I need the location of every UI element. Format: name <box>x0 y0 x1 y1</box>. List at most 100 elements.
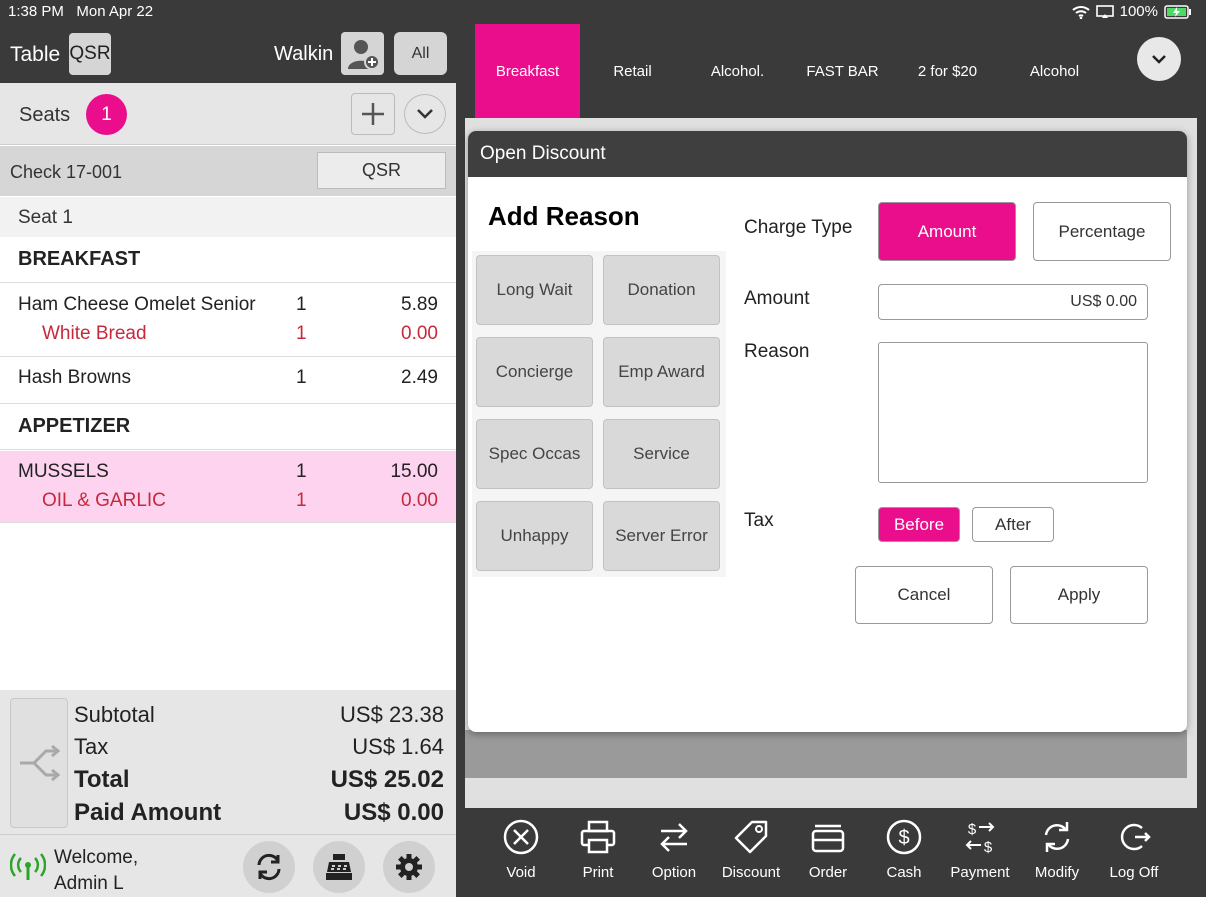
add-reason-heading: Add Reason <box>488 201 640 231</box>
action-toolbar: Void Print Option Discount Order $ Cash … <box>456 808 1206 897</box>
tax-after-button[interactable]: After <box>972 507 1054 542</box>
refresh-icon <box>257 853 281 881</box>
item-qty: 1 <box>296 367 307 388</box>
order-panel: 1:38 PM Mon Apr 22 Table QSR Walkin All … <box>0 0 456 897</box>
reason-emp-award-button[interactable]: Emp Award <box>603 337 720 407</box>
check-type-button[interactable]: QSR <box>317 152 446 189</box>
tax-label: Tax <box>74 734 109 759</box>
settings-button[interactable] <box>383 841 435 893</box>
modify-label: Modify <box>1034 864 1080 881</box>
menu-tabs: Breakfast Retail Alcohol. FAST BAR 2 for… <box>456 24 1206 118</box>
amount-input[interactable]: US$ 0.00 <box>878 284 1148 320</box>
paid-label: Paid Amount <box>74 799 222 826</box>
payment-exchange-icon: $ $ <box>965 821 995 856</box>
tab-2-for-20[interactable]: 2 for $20 <box>895 24 1000 118</box>
modifier-price: 0.00 <box>401 323 438 344</box>
check-number: Check 17-001 <box>10 162 123 182</box>
refresh-cycle-icon <box>1044 822 1070 852</box>
status-time: 1:38 PM <box>8 3 64 20</box>
tab-fast-bar[interactable]: FAST BAR <box>790 24 895 118</box>
log-off-button[interactable]: Log Off <box>1096 818 1172 893</box>
left-footer: Welcome, Admin L <box>0 834 456 897</box>
tab-retail[interactable]: Retail <box>580 24 685 118</box>
option-button[interactable]: Option <box>636 818 712 893</box>
reason-grid: Long Wait Donation Concierge Emp Award S… <box>472 251 726 577</box>
tax-before-button[interactable]: Before <box>878 507 960 542</box>
reason-spec-occas-button[interactable]: Spec Occas <box>476 419 593 489</box>
item-qty: 1 <box>296 294 307 315</box>
seats-bar: Seats 1 <box>0 83 456 145</box>
wifi-icon <box>1071 5 1090 19</box>
walkin-label: Walkin <box>274 43 334 65</box>
svg-text:$: $ <box>968 821 977 838</box>
subtotal-value: US$ 23.38 <box>340 702 444 727</box>
refresh-button[interactable] <box>243 841 295 893</box>
split-check-button[interactable] <box>10 698 68 828</box>
reason-long-wait-button[interactable]: Long Wait <box>476 255 593 325</box>
charge-type-amount-button[interactable]: Amount <box>878 202 1016 261</box>
reason-unhappy-button[interactable]: Unhappy <box>476 501 593 571</box>
tax-value: US$ 1.64 <box>352 734 444 759</box>
order-item-row[interactable]: Ham Cheese Omelet Senior 1 5.89 White Br… <box>0 284 456 357</box>
modify-button[interactable]: Modify <box>1019 818 1095 893</box>
cash-label: Cash <box>886 864 922 881</box>
reason-server-error-button[interactable]: Server Error <box>603 501 720 571</box>
item-line: MUSSELS 1 15.00 <box>0 459 456 485</box>
log-off-icon <box>1120 823 1151 851</box>
reason-concierge-button[interactable]: Concierge <box>476 337 593 407</box>
order-header: Table QSR Walkin All <box>0 24 456 83</box>
subtotal-label: Subtotal <box>74 702 155 727</box>
charge-type-percentage-button[interactable]: Percentage <box>1033 202 1171 261</box>
print-button[interactable]: Print <box>560 818 636 893</box>
swap-arrows-icon <box>660 823 688 852</box>
svg-text:$: $ <box>984 839 993 856</box>
dialog-backdrop-strip <box>465 730 1187 778</box>
add-seat-button[interactable] <box>351 93 395 135</box>
order-tray-icon <box>811 824 845 853</box>
tag-icon <box>734 820 768 854</box>
payment-button[interactable]: $ $ Payment <box>942 818 1018 893</box>
tax-option-label: Tax <box>744 510 774 531</box>
totals-panel: Subtotal US$ 23.38 Tax US$ 1.64 Total US… <box>0 690 456 834</box>
open-discount-dialog: Open Discount Add Reason Long Wait Donat… <box>468 131 1187 732</box>
discount-button[interactable]: Discount <box>713 818 789 893</box>
apply-button[interactable]: Apply <box>1010 566 1148 624</box>
item-line: Hash Browns 1 2.49 <box>0 365 456 391</box>
order-item-row[interactable]: Hash Browns 1 2.49 <box>0 357 456 404</box>
order-button[interactable]: Order <box>790 818 866 893</box>
seat-label: Seat 1 <box>18 207 73 228</box>
print-label: Print <box>582 864 614 881</box>
seat-header: Seat 1 <box>0 197 456 237</box>
amount-label: Amount <box>744 288 810 309</box>
tab-breakfast[interactable]: Breakfast <box>475 24 580 118</box>
void-button[interactable]: Void <box>483 818 559 893</box>
cancel-button[interactable]: Cancel <box>855 566 993 624</box>
payment-label: Payment <box>950 864 1010 881</box>
status-bar-left: 1:38 PM Mon Apr 22 <box>0 0 456 24</box>
reason-donation-button[interactable]: Donation <box>603 255 720 325</box>
log-off-label: Log Off <box>1109 864 1159 881</box>
order-item-row-selected[interactable]: MUSSELS 1 15.00 OIL & GARLIC 1 0.00 <box>0 451 456 523</box>
tabs-more-button[interactable] <box>1137 37 1181 81</box>
add-customer-button[interactable] <box>341 32 384 75</box>
dollar-circle-icon: $ <box>886 819 922 855</box>
cash-drawer-button[interactable] <box>313 841 365 893</box>
table-qsr-button[interactable]: QSR <box>69 33 111 75</box>
screen-mirror-icon <box>1095 4 1114 18</box>
item-name: Hash Browns <box>18 367 131 388</box>
welcome-line: Welcome, <box>54 847 139 868</box>
seats-expand-button[interactable] <box>404 94 446 134</box>
category-name: APPETIZER <box>18 415 131 437</box>
tab-alcohol-dot[interactable]: Alcohol. <box>685 24 790 118</box>
option-label: Option <box>651 864 697 881</box>
item-price: 15.00 <box>390 461 438 482</box>
all-button[interactable]: All <box>394 32 447 75</box>
reason-textarea[interactable] <box>878 342 1148 483</box>
reason-service-button[interactable]: Service <box>603 419 720 489</box>
battery-charging-icon <box>1164 4 1191 19</box>
total-label: Total <box>74 766 130 793</box>
seat-count-badge[interactable]: 1 <box>86 94 127 135</box>
modifier-line: White Bread 1 0.00 <box>0 321 456 347</box>
cash-button[interactable]: $ Cash <box>866 818 942 893</box>
tab-alcohol[interactable]: Alcohol <box>1002 24 1107 118</box>
